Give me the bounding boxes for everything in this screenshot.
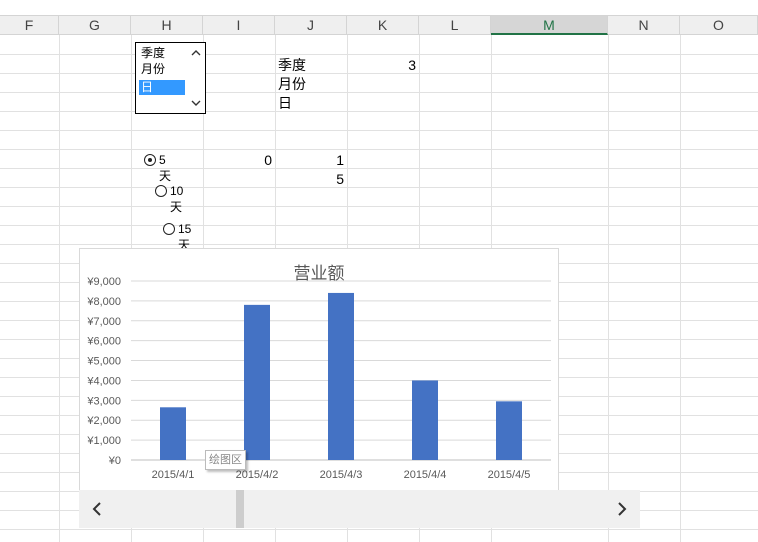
radio-label: 5天 bbox=[159, 153, 172, 183]
cell-j5[interactable]: 日 bbox=[278, 94, 292, 112]
listbox-item-quarter[interactable]: 季度 bbox=[139, 46, 185, 61]
scroll-right-button[interactable] bbox=[604, 490, 640, 528]
column-header-o[interactable]: O bbox=[680, 16, 758, 35]
bar-2015-4-5[interactable] bbox=[496, 401, 522, 460]
column-header-i[interactable]: I bbox=[203, 16, 275, 35]
cell-j3[interactable]: 季度 bbox=[278, 56, 306, 74]
y-tick-label: ¥5,000 bbox=[86, 356, 121, 368]
spreadsheet-grid[interactable]: F G H I J K L M N O 季度 月份 日 3 0 1 5 季度 月… bbox=[0, 0, 758, 542]
listbox-item-day[interactable]: 日 bbox=[139, 80, 185, 95]
y-tick-label: ¥0 bbox=[108, 455, 121, 467]
y-tick-label: ¥7,000 bbox=[86, 316, 121, 328]
formula-bar-edge bbox=[0, 0, 758, 16]
grid-row-line bbox=[0, 187, 758, 188]
cell-i8[interactable]: 0 bbox=[206, 151, 272, 169]
revenue-chart[interactable]: 营业额 ¥0 ¥1,000 ¥2,000 ¥3,000 ¥4,000 ¥5,000 ¥6,0… bbox=[79, 248, 559, 491]
grid-row-line bbox=[0, 206, 758, 207]
chevron-down-icon[interactable] bbox=[191, 98, 201, 108]
grid-row-line bbox=[0, 92, 758, 93]
grid-row-line bbox=[0, 244, 758, 245]
radio-dot bbox=[148, 158, 152, 162]
grid-row-line bbox=[0, 529, 758, 530]
column-header-l[interactable]: L bbox=[419, 16, 491, 35]
column-header-f[interactable]: F bbox=[0, 16, 59, 35]
y-tick-label: ¥6,000 bbox=[86, 336, 121, 348]
chevron-right-icon[interactable] bbox=[604, 490, 640, 528]
y-tick-label: ¥4,000 bbox=[86, 375, 121, 387]
y-tick-label: ¥9,000 bbox=[86, 276, 121, 288]
listbox-scrollbar[interactable] bbox=[187, 43, 205, 113]
scroll-left-button[interactable] bbox=[79, 490, 115, 528]
grid-row-line bbox=[0, 111, 758, 112]
column-header-m[interactable]: M bbox=[491, 16, 608, 35]
bar-2015-4-1[interactable] bbox=[160, 407, 186, 460]
bar-2015-4-4[interactable] bbox=[412, 380, 438, 460]
plot-area-tooltip: 绘图区 bbox=[205, 450, 246, 470]
bar-2015-4-2[interactable] bbox=[244, 304, 270, 460]
column-header-n[interactable]: N bbox=[608, 16, 680, 35]
chevron-up-icon[interactable] bbox=[191, 48, 201, 58]
y-tick-label: ¥1,000 bbox=[86, 435, 121, 447]
grid-row-line bbox=[0, 168, 758, 169]
x-tick-label: 2015/4/5 bbox=[488, 469, 531, 481]
grid-row-line bbox=[0, 130, 758, 131]
cell-j4[interactable]: 月份 bbox=[278, 75, 306, 93]
cell-j8[interactable]: 1 bbox=[278, 151, 344, 169]
horizontal-scrollbar[interactable] bbox=[79, 490, 640, 528]
chart-plot-area[interactable]: ¥0 ¥1,000 ¥2,000 ¥3,000 ¥4,000 ¥5,000 ¥6,000 ¥7… bbox=[80, 249, 558, 490]
y-tick-label: ¥8,000 bbox=[86, 296, 121, 308]
column-header-g[interactable]: G bbox=[59, 16, 131, 35]
y-tick-label: ¥3,000 bbox=[86, 395, 121, 407]
cell-k3[interactable]: 3 bbox=[350, 56, 416, 74]
period-listbox[interactable]: 季度 月份 日 bbox=[135, 42, 206, 114]
chevron-left-icon[interactable] bbox=[79, 490, 115, 528]
x-tick-label: 2015/4/1 bbox=[152, 469, 195, 481]
column-header-k[interactable]: K bbox=[347, 16, 419, 35]
column-header-j[interactable]: J bbox=[275, 16, 347, 35]
radio-label: 10天 bbox=[170, 184, 184, 214]
bar-2015-4-3[interactable] bbox=[328, 292, 354, 460]
x-tick-label: 2015/4/4 bbox=[404, 469, 447, 481]
listbox-item-month[interactable]: 月份 bbox=[139, 62, 185, 77]
column-header-h[interactable]: H bbox=[131, 16, 203, 35]
grid-row-line bbox=[0, 149, 758, 150]
x-tick-label: 2015/4/3 bbox=[320, 469, 363, 481]
y-tick-label: ¥2,000 bbox=[86, 415, 121, 427]
radio-circle[interactable] bbox=[144, 154, 156, 166]
radio-circle[interactable] bbox=[163, 223, 175, 235]
cell-j9[interactable]: 5 bbox=[278, 170, 344, 188]
grid-row-line bbox=[0, 225, 758, 226]
x-tick-label: 2015/4/2 bbox=[236, 469, 279, 481]
scroll-thumb[interactable] bbox=[236, 490, 244, 528]
radio-circle[interactable] bbox=[155, 185, 167, 197]
grid-row-line bbox=[0, 54, 758, 55]
